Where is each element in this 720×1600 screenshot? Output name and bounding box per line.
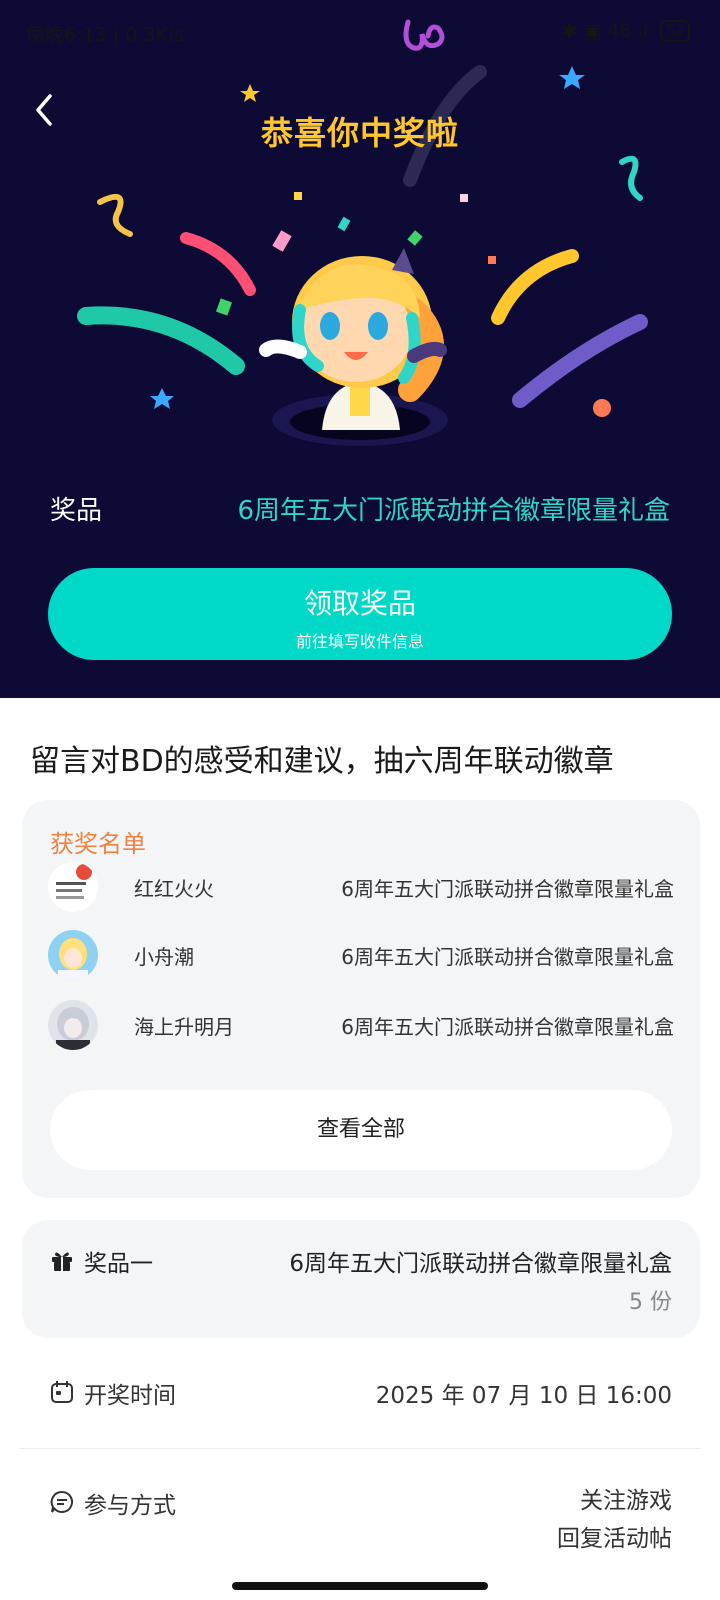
- winner-name: 海上升明月: [134, 1015, 234, 1039]
- prize-value: 6周年五大门派联动拼合徽章限量礼盒: [237, 496, 670, 526]
- congrats-title: 恭喜你中奖啦: [260, 114, 459, 152]
- divider: [20, 1448, 700, 1449]
- prize-info-card: 奖品一 6周年五大门派联动拼合徽章限量礼盒 5 份: [22, 1220, 700, 1338]
- winner-prize: 6周年五大门派联动拼合徽章限量礼盒: [341, 877, 674, 901]
- gift-icon: [52, 1252, 72, 1271]
- claim-button-label: 领取奖品: [303, 587, 416, 620]
- battery-icon: 52: [660, 20, 690, 42]
- winner-row[interactable]: 红红火火 6周年五大门派联动拼合徽章限量礼盒: [48, 862, 674, 914]
- home-indicator[interactable]: [232, 1582, 488, 1590]
- calendar-icon: [51, 1381, 73, 1403]
- winners-heading: 获奖名单: [50, 830, 146, 858]
- participation-methods: 关注游戏 回复活动帖: [557, 1482, 672, 1558]
- status-bar: 傍晚6:13 | 0.3K/s ✱ ▣ 46 ıl 52: [0, 0, 720, 64]
- winner-prize: 6周年五大门派联动拼合徽章限量礼盒: [341, 945, 674, 969]
- winner-row[interactable]: 小舟潮 6周年五大门派联动拼合徽章限量礼盒: [48, 930, 674, 982]
- avatar: [48, 930, 98, 980]
- status-indicators: ✱ ▣ 46 ıl 52: [561, 20, 690, 42]
- winner-name: 小舟潮: [134, 945, 194, 969]
- hero-banner: 傍晚6:13 | 0.3K/s ✱ ▣ 46 ıl 52 恭喜你中奖啦 奖品 6…: [0, 0, 720, 698]
- chat-icon: [50, 1490, 73, 1513]
- participation-label: 参与方式: [84, 1493, 176, 1519]
- view-all-button[interactable]: 查看全部: [50, 1090, 672, 1170]
- avatar: [48, 862, 98, 912]
- method-reply-post[interactable]: 回复活动帖: [557, 1520, 672, 1558]
- winner-prize: 6周年五大门派联动拼合徽章限量礼盒: [341, 1015, 674, 1039]
- draw-time-value: 2025 年 07 月 10 日 16:00: [375, 1383, 672, 1409]
- avatar: [48, 1000, 98, 1050]
- claim-prize-button[interactable]: 领取奖品 前往填写收件信息: [48, 568, 672, 660]
- winners-card: 获奖名单 红红火火 6周年五大门派联动拼合徽章限量礼盒 小舟潮 6周年五大门派联…: [22, 800, 700, 1198]
- draw-time-label: 开奖时间: [84, 1383, 176, 1409]
- prize-full-name: 6周年五大门派联动拼合徽章限量礼盒: [289, 1251, 672, 1277]
- app-logo-icon: [403, 19, 445, 51]
- prize-number-label: 奖品一: [84, 1251, 153, 1277]
- winner-name: 红红火火: [134, 877, 214, 901]
- activity-title: 留言对BD的感受和建议，抽六周年联动徽章: [30, 744, 614, 779]
- status-time: 傍晚6:13 | 0.3K/s: [26, 24, 185, 46]
- prize-quantity: 5 份: [629, 1290, 672, 1315]
- winner-row[interactable]: 海上升明月 6周年五大门派联动拼合徽章限量礼盒: [48, 1000, 674, 1052]
- method-follow-game[interactable]: 关注游戏: [557, 1482, 672, 1520]
- prize-label: 奖品: [50, 496, 103, 526]
- network-icons: ✱ ▣ 46 ıl: [561, 20, 649, 42]
- claim-button-sublabel: 前往填写收件信息: [295, 632, 424, 651]
